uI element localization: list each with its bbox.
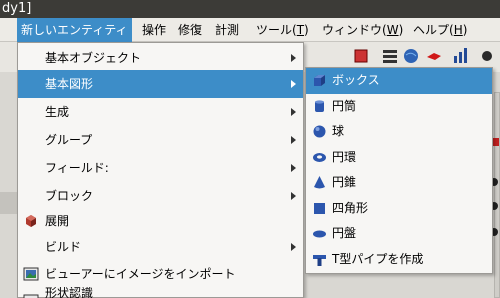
menu-measures-label: 計測	[215, 23, 240, 37]
toolbar-tool-icon[interactable]	[352, 47, 370, 65]
menu-item-explode[interactable]: 展開	[18, 207, 303, 235]
toolbar-globe-icon[interactable]	[402, 47, 420, 65]
sphere-icon	[313, 125, 326, 138]
image-import-icon	[23, 267, 39, 281]
menu-tools[interactable]: ツール(T)	[252, 18, 313, 42]
menu-operations[interactable]: 操作	[138, 18, 170, 42]
window-title: dy1]	[2, 1, 32, 16]
submenu-item-label: 円筒	[332, 99, 357, 113]
box-icon	[314, 75, 325, 86]
submenu-item-rectangle[interactable]: 四角形	[306, 196, 492, 222]
menu-item-label: ブロック	[45, 189, 94, 203]
menu-tools-suffix: )	[304, 23, 309, 37]
menu-item-label: フィールド:	[45, 161, 109, 175]
side-panel-edge	[494, 92, 500, 298]
menu-help-label: ヘルプ(	[413, 23, 454, 37]
submenu-arrow-icon	[291, 54, 296, 62]
submenu-item-torus[interactable]: 円環	[306, 145, 492, 171]
menu-window-suffix: )	[398, 23, 404, 37]
submenu-item-disk[interactable]: 円盤	[306, 221, 492, 247]
menu-item-import-image[interactable]: ビューアーにイメージをインポート	[18, 260, 303, 288]
menu-help-mnemonic: H	[453, 23, 463, 37]
menu-repair-label: 修復	[178, 23, 203, 37]
menu-measures[interactable]: 計測	[211, 18, 243, 42]
menu-item-group[interactable]: グループ	[18, 126, 303, 154]
submenu-item-label: 円盤	[332, 226, 357, 240]
submenu-arrow-icon	[291, 80, 296, 88]
submenu-arrow-icon	[291, 192, 296, 200]
menu-repair[interactable]: 修復	[174, 18, 206, 42]
rectangle-icon	[314, 203, 325, 214]
disk-icon	[313, 230, 326, 238]
menu-item-label: 基本オブジェクト	[45, 51, 142, 65]
submenu-item-label: 四角形	[332, 201, 369, 215]
menu-item-label: グループ	[45, 133, 93, 147]
toolbar-node-icon[interactable]	[478, 47, 496, 65]
submenu-arrow-icon	[291, 164, 296, 172]
menu-item-basic-objects[interactable]: 基本オブジェクト	[18, 44, 303, 72]
menu-help-suffix: )	[462, 23, 468, 37]
t-pipe-icon	[313, 255, 326, 266]
menu-item-generation[interactable]: 生成	[18, 98, 303, 126]
menu-tools-mnemonic: T	[296, 23, 305, 37]
menu-item-label: 展開	[45, 214, 70, 228]
menu-item-label: 生成	[45, 105, 70, 119]
menu-item-blocks[interactable]: ブロック	[18, 182, 303, 210]
menu-item-label: ビューアーにイメージをインポート	[45, 267, 236, 281]
submenu-item-label: ボックス	[332, 73, 380, 87]
primitives-submenu: ボックス 円筒 球 円環 円錐 四角形 円盤 T型パイプを作成	[305, 67, 493, 274]
left-edge-panel	[0, 192, 17, 214]
menu-bar: 新しいエンティティ 操作 修復 計測 ツール(T) ウィンドウ(W) ヘルプ(H…	[0, 18, 500, 42]
menu-operations-label: 操作	[142, 23, 167, 37]
explode-icon	[26, 215, 36, 227]
torus-icon	[313, 153, 326, 162]
submenu-item-label: 球	[332, 124, 345, 138]
submenu-item-box[interactable]: ボックス	[306, 68, 492, 94]
menu-item-label: 形状認識	[45, 287, 94, 298]
submenu-item-cylinder[interactable]: 円筒	[306, 94, 492, 120]
menu-item-label: 基本図形	[45, 77, 94, 91]
window-title-bar: dy1]	[0, 0, 500, 18]
submenu-item-t-pipe[interactable]: T型パイプを作成	[306, 247, 492, 273]
toolbar-red-tool-icon[interactable]	[425, 47, 443, 65]
menu-new-entity[interactable]: 新しいエンティティ	[17, 18, 132, 42]
menu-item-label: ビルド	[45, 240, 82, 254]
submenu-item-label: 円環	[332, 150, 357, 164]
cylinder-icon	[315, 100, 324, 112]
cone-icon	[314, 176, 325, 189]
menu-window-label: ウィンドウ(	[322, 23, 387, 37]
menu-tools-label: ツール(	[256, 23, 297, 37]
toolbar-mesh-icon[interactable]	[381, 47, 399, 65]
submenu-arrow-icon	[291, 243, 296, 251]
menu-item-build[interactable]: ビルド	[18, 233, 303, 261]
menu-item-primitives[interactable]: 基本図形	[18, 70, 303, 98]
menu-help[interactable]: ヘルプ(H)	[409, 18, 471, 42]
submenu-item-label: 円錐	[332, 175, 357, 189]
submenu-item-label: T型パイプを作成	[332, 252, 424, 266]
submenu-arrow-icon	[291, 136, 296, 144]
menu-item-shape-recognition[interactable]: 形状認識	[18, 287, 303, 298]
submenu-item-cone[interactable]: 円錐	[306, 170, 492, 196]
submenu-item-sphere[interactable]: 球	[306, 119, 492, 145]
menu-window[interactable]: ウィンドウ(W)	[318, 18, 407, 42]
submenu-arrow-icon	[291, 108, 296, 116]
shape-recognition-icon	[23, 294, 39, 298]
menu-new-entity-label: 新しいエンティティ	[21, 23, 128, 37]
menu-item-field[interactable]: フィールド:	[18, 154, 303, 182]
new-entity-menu: 基本オブジェクト 基本図形 生成 グループ フィールド: ブロック 展開 ビルド…	[17, 42, 304, 298]
menu-window-mnemonic: W	[386, 23, 399, 37]
toolbar-chart-icon[interactable]	[452, 46, 470, 64]
